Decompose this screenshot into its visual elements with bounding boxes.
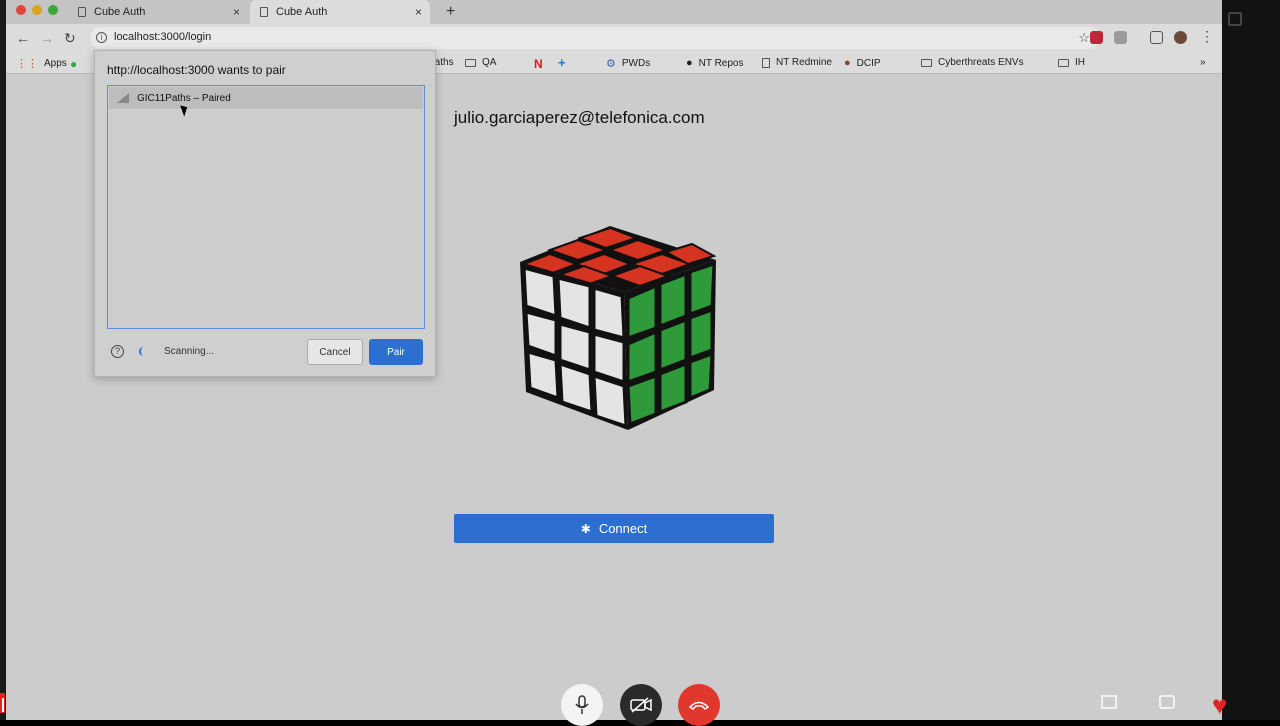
bookmark-label: NT Redmine bbox=[776, 57, 832, 68]
right-edge-panel bbox=[1222, 0, 1280, 720]
browser-window: Cube Auth × Cube Auth × + ← → ↻ i localh… bbox=[6, 0, 1222, 720]
folder-icon bbox=[465, 58, 476, 67]
bookmark-label: IH bbox=[1075, 57, 1085, 68]
bookmark-apps[interactable]: ⋮⋮ Apps bbox=[16, 57, 67, 70]
menu-kebab-icon[interactable]: ⋮ bbox=[1200, 28, 1214, 45]
browser-toolbar: ← → ↻ i localhost:3000/login ☆ ⋮ bbox=[6, 24, 1222, 52]
tab-title: Cube Auth bbox=[276, 6, 328, 18]
apps-grid-icon: ⋮⋮ bbox=[16, 58, 38, 70]
bookmark-label: Apps bbox=[44, 58, 67, 69]
bookmark-label: DCIP bbox=[856, 57, 881, 69]
whatsapp-icon[interactable]: ● bbox=[70, 57, 77, 71]
external-window-icon[interactable] bbox=[1228, 12, 1242, 26]
github-icon: ● bbox=[686, 57, 693, 69]
back-icon[interactable]: ← bbox=[16, 30, 30, 46]
bookmark-label: Cyberthreats ENVs bbox=[938, 57, 1024, 68]
person-icon: ● bbox=[844, 57, 851, 69]
bookmark-star-icon[interactable]: ☆ bbox=[1078, 30, 1090, 46]
dialog-title: http://localhost:3000 wants to pair bbox=[107, 63, 286, 77]
bookmarks-overflow-icon[interactable]: » bbox=[1200, 57, 1206, 68]
extension-icon[interactable] bbox=[1090, 31, 1103, 44]
bookmark-nt-repos[interactable]: ● NT Repos bbox=[686, 57, 744, 69]
gear-icon: ⚙ bbox=[606, 58, 616, 70]
scanning-spinner-icon bbox=[139, 347, 148, 356]
bookmark-label: QA bbox=[482, 57, 497, 68]
folder-icon bbox=[1058, 58, 1069, 67]
close-window-icon[interactable] bbox=[16, 5, 26, 15]
folder-icon bbox=[921, 58, 932, 67]
document-icon bbox=[762, 57, 770, 68]
user-email: julio.garciaperez@telefonica.com bbox=[454, 108, 705, 127]
cast-icon[interactable] bbox=[1150, 31, 1163, 44]
dock-edge-marker bbox=[2, 698, 4, 712]
address-bar[interactable]: i localhost:3000/login ☆ bbox=[90, 27, 1100, 49]
bookmark-cyberthreats-envs[interactable]: Cyberthreats ENVs bbox=[921, 57, 1024, 68]
connect-label: Connect bbox=[598, 521, 648, 536]
microphone-icon bbox=[575, 695, 589, 714]
camera-off-icon bbox=[630, 697, 652, 713]
signal-strength-icon bbox=[117, 93, 129, 103]
bookmark-pwds[interactable]: ⚙ PWDs bbox=[606, 57, 650, 70]
bluetooth-icon: ✱ bbox=[580, 521, 591, 536]
connect-button[interactable]: ✱ Connect bbox=[454, 514, 774, 543]
camera-extension-icon[interactable] bbox=[1114, 31, 1127, 44]
plus-icon[interactable]: + bbox=[558, 55, 566, 70]
phone-hangup-icon bbox=[689, 701, 709, 710]
netflix-icon[interactable]: N bbox=[534, 57, 543, 71]
bookmark-label: NT Repos bbox=[698, 57, 744, 69]
device-row[interactable]: GIC11Paths – Paired bbox=[109, 87, 423, 109]
tab-title: Cube Auth bbox=[94, 6, 146, 18]
close-tab-icon[interactable]: × bbox=[415, 5, 422, 19]
maximize-window-icon[interactable] bbox=[48, 5, 58, 15]
scanning-status: Scanning... bbox=[164, 346, 215, 357]
bookmark-ih[interactable]: IH bbox=[1058, 57, 1085, 68]
cancel-button[interactable]: Cancel bbox=[307, 339, 363, 365]
forward-icon[interactable]: → bbox=[40, 30, 54, 46]
bookmark-dcip[interactable]: ● DCIP bbox=[844, 57, 881, 69]
tab-strip: Cube Auth × Cube Auth × + bbox=[6, 0, 1222, 24]
rubiks-cube-image bbox=[506, 220, 726, 440]
window-toggle-icon[interactable] bbox=[1101, 695, 1117, 709]
document-icon bbox=[260, 7, 268, 17]
avatar[interactable] bbox=[1174, 31, 1187, 44]
device-name: GIC11Paths – Paired bbox=[137, 92, 231, 104]
screen: Cube Auth × Cube Auth × + ← → ↻ i localh… bbox=[0, 0, 1280, 726]
tab-cube-auth-2[interactable]: Cube Auth × bbox=[250, 0, 430, 24]
bookmark-nt-redmine[interactable]: NT Redmine bbox=[762, 57, 832, 68]
pair-button[interactable]: Pair bbox=[369, 339, 423, 365]
bookmark-label: PWDs bbox=[621, 58, 651, 69]
minimize-window-icon[interactable] bbox=[32, 5, 42, 15]
close-tab-icon[interactable]: × bbox=[233, 5, 240, 19]
reload-icon[interactable]: ↻ bbox=[64, 30, 76, 47]
bluetooth-pair-dialog: http://localhost:3000 wants to pair GIC1… bbox=[94, 50, 436, 377]
heart-icon[interactable]: ♥ bbox=[1212, 690, 1227, 721]
document-icon bbox=[78, 7, 86, 17]
new-tab-button[interactable]: + bbox=[446, 3, 455, 21]
help-icon[interactable]: ? bbox=[111, 345, 124, 358]
screenshot-icon[interactable] bbox=[1159, 695, 1175, 709]
tab-cube-auth-1[interactable]: Cube Auth × bbox=[68, 0, 248, 24]
site-info-icon[interactable]: i bbox=[96, 32, 107, 43]
url-text[interactable]: localhost:3000/login bbox=[114, 31, 211, 43]
device-list[interactable]: GIC11Paths – Paired bbox=[107, 85, 425, 329]
bookmark-qa[interactable]: QA bbox=[465, 57, 496, 68]
